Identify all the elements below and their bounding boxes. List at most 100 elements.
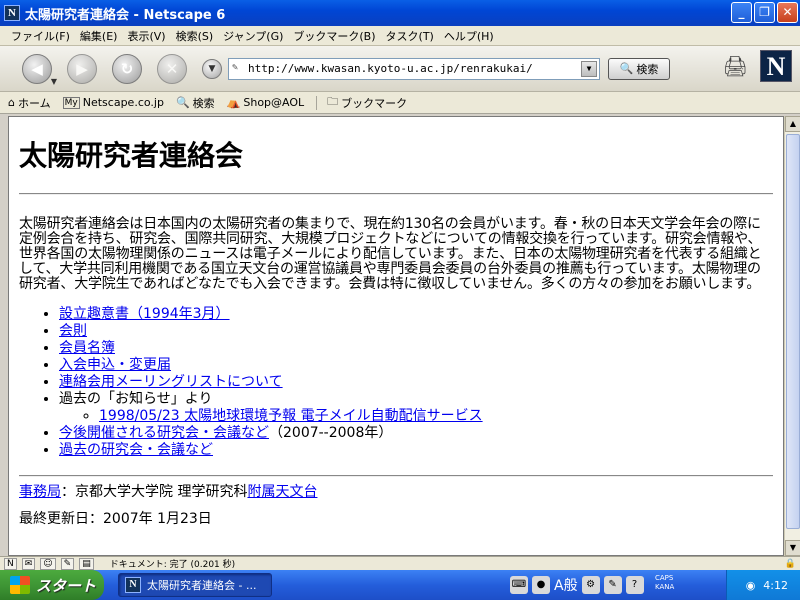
- composer-icon[interactable]: ✎: [60, 557, 75, 570]
- list-item: 設立趣意書（1994年3月）: [59, 306, 773, 323]
- start-button[interactable]: スタート: [0, 570, 104, 600]
- future-meetings-note: （2007--2008年）: [269, 425, 393, 441]
- address-book-icon[interactable]: ▤: [79, 557, 94, 570]
- url-history-icon[interactable]: ▼: [202, 58, 222, 79]
- list-item: 1998/05/23 太陽地球環境予報 電子メイル自動配信サービス: [99, 408, 773, 425]
- magnifier-icon: 🔍: [619, 62, 634, 75]
- title-bar: N 太陽研究者連絡会 - Netscape 6 _ ❐ ✕: [0, 0, 800, 26]
- scroll-down-icon[interactable]: ▼: [785, 540, 800, 556]
- last-modified: 最終更新日：2007年 1月23日: [19, 511, 212, 527]
- menu-file[interactable]: ファイル(F): [6, 28, 75, 44]
- back-dropdown-icon[interactable]: ▼: [51, 77, 57, 86]
- join-link[interactable]: 入会申込・変更届: [59, 357, 171, 373]
- footer-office: 事務局：京都大学大学院 理学研究科附属天文台: [19, 485, 773, 500]
- taskbar: スタート N 太陽研究者連絡会 - ...: [0, 570, 800, 600]
- ime-label[interactable]: A般: [554, 575, 578, 595]
- status-text: ドキュメント: 完了 (0.201 秒): [109, 560, 236, 570]
- search-icon: 🔍: [175, 96, 190, 109]
- im-icon[interactable]: ☺: [40, 557, 56, 570]
- keyboard-icon[interactable]: ⌨: [510, 576, 528, 594]
- notice-link[interactable]: 1998/05/23 太陽地球環境予報 電子メイル自動配信サービス: [99, 408, 483, 424]
- menu-go[interactable]: ジャンプ(G): [218, 28, 288, 44]
- content-area: 太陽研究者連絡会 太陽研究者連絡会は日本国内の太陽研究者の集まりで、現在約130…: [8, 116, 784, 556]
- kana-label: KANA: [655, 583, 675, 591]
- list-item: 連絡会用メーリングリストについて: [59, 374, 773, 391]
- ime-pad-icon[interactable]: ✎: [603, 576, 622, 594]
- observatory-link[interactable]: 附属天文台: [247, 484, 317, 500]
- mynetscape-link[interactable]: My Netscape.co.jp: [62, 96, 164, 109]
- caps-kana-indicator: CAPS KANA: [655, 574, 674, 592]
- mynetscape-label: Netscape.co.jp: [82, 96, 164, 109]
- ime-help-icon[interactable]: ?: [625, 576, 644, 594]
- menu-bookmarks[interactable]: ブックマーク(B): [288, 28, 380, 44]
- vertical-scrollbar[interactable]: ▲ ▼: [784, 116, 800, 556]
- reload-button[interactable]: ↻: [112, 53, 142, 84]
- back-button[interactable]: ◀ ▼: [22, 53, 57, 86]
- status-bar: N ✉ ☺ ✎ ▤ ドキュメント: 完了 (0.201 秒) 🔒: [0, 556, 800, 570]
- url-field[interactable]: ✎ http://www.kwasan.kyoto-u.ac.jp/renrak…: [228, 57, 600, 80]
- home-icon: ⌂: [8, 96, 15, 109]
- list-item: 今後開催される研究会・会議など（2007--2008年）: [59, 425, 773, 442]
- close-button[interactable]: ✕: [777, 2, 798, 23]
- task-label: 太陽研究者連絡会 - ...: [147, 579, 257, 592]
- caps-label: CAPS: [655, 574, 674, 582]
- netscape-throbber-icon[interactable]: N: [760, 50, 792, 82]
- toolbar-separator: [316, 95, 318, 110]
- past-notices-label: 過去の「お知らせ」より: [59, 391, 213, 407]
- component-bar: N ✉ ☺ ✎ ▤: [4, 557, 94, 570]
- intro-paragraph: 太陽研究者連絡会は日本国内の太陽研究者の集まりで、現在約130名の会員がいます。…: [19, 216, 762, 292]
- office-link[interactable]: 事務局: [19, 484, 61, 500]
- mail-icon[interactable]: ✉: [21, 557, 36, 570]
- menu-search[interactable]: 検索(S): [171, 28, 219, 44]
- print-icon[interactable]: 🖨: [723, 54, 748, 78]
- menu-view[interactable]: 表示(V): [122, 28, 170, 44]
- page-proxy-icon[interactable]: ✎: [232, 62, 245, 75]
- menu-help[interactable]: ヘルプ(H): [439, 28, 499, 44]
- menu-tasks[interactable]: タスク(T): [381, 28, 439, 44]
- security-icon[interactable]: 🔒: [785, 559, 796, 569]
- scroll-up-icon[interactable]: ▲: [785, 116, 800, 132]
- ime-tools-icon[interactable]: ⚙: [581, 576, 600, 594]
- sidebar-grip[interactable]: [0, 116, 8, 556]
- my-icon: My: [62, 96, 80, 109]
- shop-link[interactable]: ⛺ Shop@AOL: [227, 96, 305, 109]
- shop-icon: ⛺: [226, 96, 241, 109]
- future-meetings-link[interactable]: 今後開催される研究会・会議など: [59, 425, 269, 441]
- forward-button[interactable]: ▶: [67, 53, 97, 84]
- navigator-icon[interactable]: N: [4, 557, 17, 570]
- divider: [19, 193, 773, 195]
- mailing-list-link[interactable]: 連絡会用メーリングリストについて: [59, 374, 283, 390]
- clock[interactable]: 4:12: [763, 579, 788, 592]
- url-dropdown-icon[interactable]: ▼: [581, 60, 597, 77]
- minimize-button[interactable]: _: [731, 2, 752, 23]
- window-title: 太陽研究者連絡会 - Netscape 6: [25, 7, 226, 23]
- bookmarks-label: ブックマーク: [341, 96, 408, 110]
- volume-icon[interactable]: ◉: [746, 579, 756, 592]
- founding-link[interactable]: 設立趣意書（1994年3月）: [59, 306, 230, 322]
- system-tray: ◉ 4:12: [726, 570, 800, 600]
- folder-icon: 🗀: [327, 95, 339, 108]
- taskbar-item-netscape[interactable]: N 太陽研究者連絡会 - ...: [118, 573, 272, 597]
- menu-edit[interactable]: 編集(E): [75, 28, 123, 44]
- stop-button[interactable]: ✕: [157, 53, 187, 84]
- netscape-task-icon: N: [125, 577, 141, 593]
- stop-icon: ✕: [165, 59, 179, 78]
- past-meetings-link[interactable]: 過去の研究会・会議など: [59, 442, 213, 458]
- members-link[interactable]: 会員名簿: [59, 340, 115, 356]
- list-item: 過去の研究会・会議など: [59, 442, 773, 459]
- ime-mode-icon[interactable]: ●: [532, 576, 550, 594]
- rules-link[interactable]: 会則: [59, 323, 87, 339]
- page-title: 太陽研究者連絡会: [19, 139, 244, 172]
- bookmarks-link[interactable]: 🗀 ブックマーク: [327, 93, 407, 112]
- link-list: 設立趣意書（1994年3月） 会則 会員名簿 入会申込・変更届 連絡会用メーリン…: [59, 306, 773, 459]
- home-link[interactable]: ⌂ ホーム: [8, 95, 51, 111]
- url-text: http://www.kwasan.kyoto-u.ac.jp/renrakuk…: [248, 62, 533, 75]
- scroll-thumb[interactable]: [786, 134, 800, 529]
- forward-arrow-icon: ▶: [76, 59, 88, 78]
- search-link[interactable]: 🔍 検索: [176, 95, 215, 111]
- search-label: 検索: [192, 96, 215, 110]
- maximize-button[interactable]: ❐: [754, 2, 775, 23]
- reload-icon: ↻: [120, 59, 134, 78]
- home-label: ホーム: [17, 96, 51, 110]
- search-button[interactable]: 🔍 検索: [608, 57, 670, 80]
